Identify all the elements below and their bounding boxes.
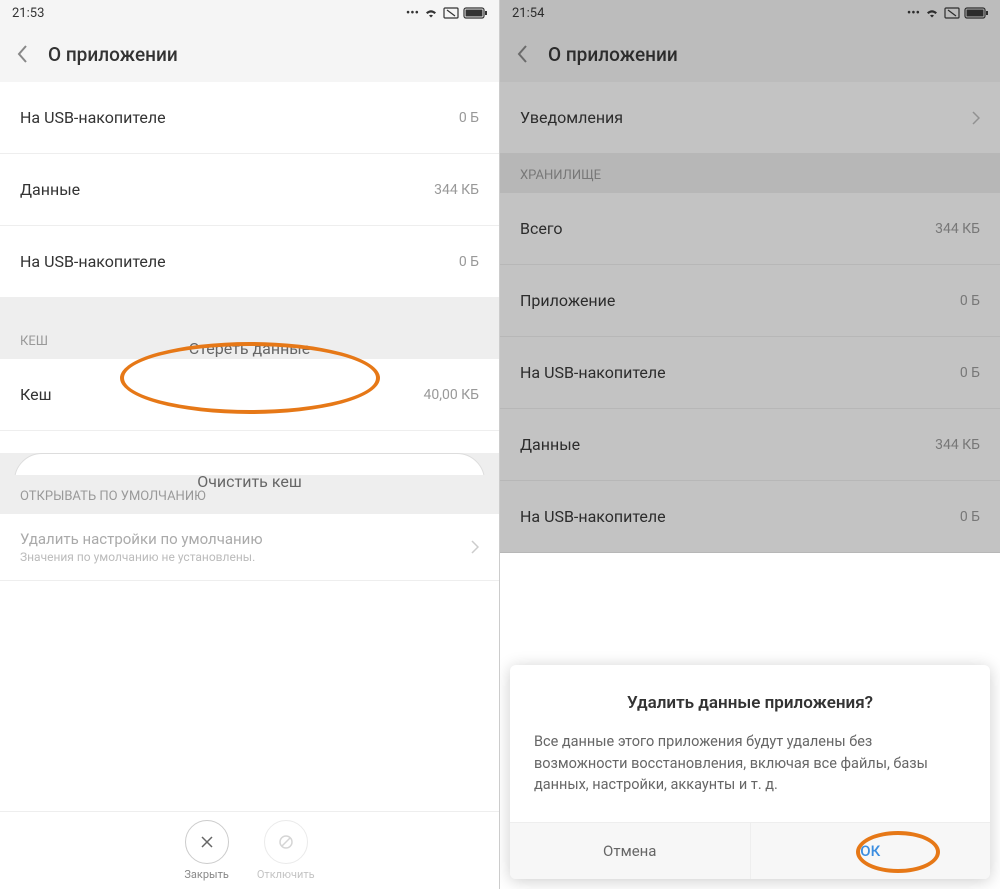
close-icon xyxy=(199,834,215,850)
dimmed-background: 21:54 ••• О приложении Уведомления ХРАНИ… xyxy=(500,0,1000,553)
row-value: 344 КБ xyxy=(935,437,980,453)
defaults-sub: Значения по умолчанию не установлены. xyxy=(20,550,263,564)
cancel-button[interactable]: Отмена xyxy=(510,823,751,879)
button-label: Очистить кеш xyxy=(197,472,302,491)
phone-right-screen: 21:54 ••• О приложении Уведомления ХРАНИ… xyxy=(500,0,1000,889)
phone-left-screen: 21:53 ••• О приложении На USB-накопителе… xyxy=(0,0,500,889)
more-icon: ••• xyxy=(406,6,419,21)
more-icon: ••• xyxy=(907,6,920,21)
status-icons: ••• xyxy=(907,6,988,21)
section-gap: Стереть данные xyxy=(0,298,499,320)
dialog-title: Удалить данные приложения? xyxy=(534,693,966,713)
row-value: 344 КБ xyxy=(935,221,980,237)
ok-button[interactable]: ОК xyxy=(751,823,991,879)
button-label: Стереть данные xyxy=(189,339,310,358)
row-total[interactable]: Всего 344 КБ xyxy=(500,193,1000,265)
status-bar: 21:53 ••• xyxy=(0,0,499,26)
row-label: На USB-накопителе xyxy=(520,507,666,526)
row-label: Данные xyxy=(520,435,580,454)
row-data[interactable]: Данные 344 КБ xyxy=(500,409,1000,481)
row-label: Кеш xyxy=(20,385,52,404)
row-usb[interactable]: На USB-накопителе 0 Б xyxy=(500,337,1000,409)
button-label: Отмена xyxy=(603,842,656,860)
header: О приложении xyxy=(0,26,499,82)
back-icon[interactable] xyxy=(16,44,28,64)
battery-icon xyxy=(463,7,487,19)
status-bar: 21:54 ••• xyxy=(500,0,1000,26)
row-app[interactable]: Приложение 0 Б xyxy=(500,265,1000,337)
row-label: Уведомления xyxy=(520,108,623,127)
bottom-label: Закрыть xyxy=(184,868,228,881)
row-clear-defaults[interactable]: Удалить настройки по умолчанию Значения … xyxy=(0,514,499,581)
row-value: 344 КБ xyxy=(434,182,479,198)
row-value: 0 Б xyxy=(459,254,479,270)
section-gap: Очистить кеш xyxy=(0,453,499,475)
row-label: На USB-накопителе xyxy=(520,363,666,382)
row-label: Приложение xyxy=(520,291,615,310)
dialog-buttons: Отмена ОК xyxy=(510,822,990,879)
page-title: О приложении xyxy=(48,43,178,66)
bottom-bar: Закрыть Отключить xyxy=(0,811,499,889)
row-value: 40,00 КБ xyxy=(423,387,479,403)
row-label: Всего xyxy=(520,219,563,238)
back-icon[interactable] xyxy=(516,44,528,64)
dialog-message: Все данные этого приложения будут удален… xyxy=(534,731,966,796)
row-data[interactable]: Данные 344 КБ xyxy=(0,154,499,226)
no-sim-icon xyxy=(443,7,459,19)
row-usb-2[interactable]: На USB-накопителе 0 Б xyxy=(0,226,499,298)
row-notifications[interactable]: Уведомления xyxy=(500,82,1000,154)
row-label: На USB-накопителе xyxy=(20,108,166,127)
page-title: О приложении xyxy=(548,43,678,66)
chevron-right-icon xyxy=(972,111,980,125)
wifi-icon xyxy=(924,7,940,19)
wifi-icon xyxy=(423,7,439,19)
row-value: 0 Б xyxy=(960,509,980,525)
close-button[interactable]: Закрыть xyxy=(184,820,228,881)
status-time: 21:54 xyxy=(512,6,544,21)
section-storage-header: ХРАНИЛИЩЕ xyxy=(500,154,1000,193)
status-icons: ••• xyxy=(406,6,487,21)
row-value: 0 Б xyxy=(459,110,479,126)
row-cache[interactable]: Кеш 40,00 КБ xyxy=(0,359,499,431)
disable-button[interactable]: Отключить xyxy=(257,820,315,881)
confirm-dialog: Удалить данные приложения? Все данные эт… xyxy=(510,665,990,879)
button-label: ОК xyxy=(860,842,880,860)
row-value: 0 Б xyxy=(960,365,980,381)
row-label: На USB-накопителе xyxy=(20,252,166,271)
header: О приложении xyxy=(500,26,1000,82)
row-usb-2[interactable]: На USB-накопителе 0 Б xyxy=(500,481,1000,553)
defaults-title: Удалить настройки по умолчанию xyxy=(20,530,263,548)
status-time: 21:53 xyxy=(12,6,44,21)
bottom-label: Отключить xyxy=(257,868,315,881)
storage-list: На USB-накопителе 0 Б Данные 344 КБ На U… xyxy=(0,82,499,298)
battery-icon xyxy=(964,7,988,19)
disable-icon xyxy=(278,834,294,850)
row-value: 0 Б xyxy=(960,293,980,309)
chevron-right-icon xyxy=(471,540,479,554)
row-label: Данные xyxy=(20,180,80,199)
no-sim-icon xyxy=(944,7,960,19)
row-usb-1[interactable]: На USB-накопителе 0 Б xyxy=(0,82,499,154)
